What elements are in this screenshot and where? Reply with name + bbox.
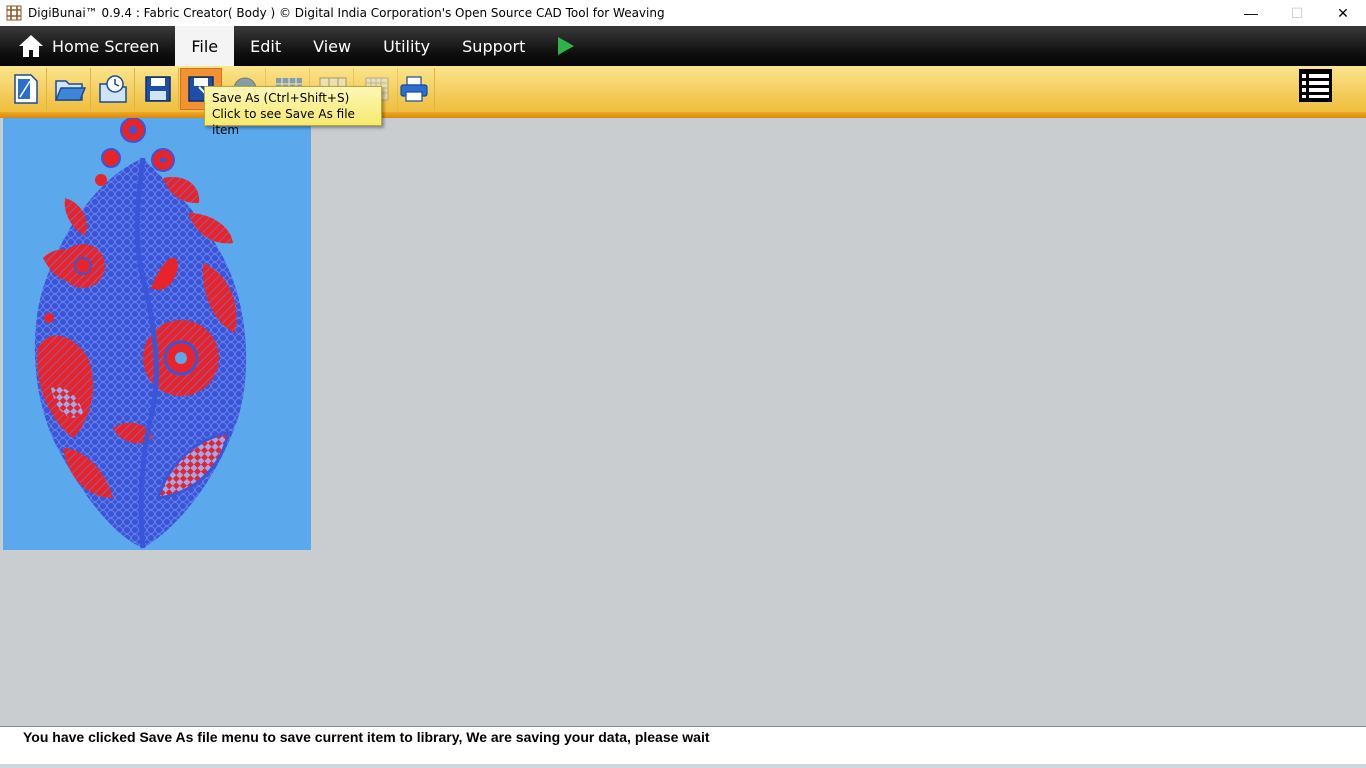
home-icon (19, 35, 43, 57)
bottom-strip (0, 764, 1366, 768)
folder-open-icon (54, 80, 86, 101)
play-icon[interactable] (557, 36, 575, 56)
title-bar: DigiBunai™ 0.9.4 : Fabric Creator( Body … (0, 0, 1366, 26)
window-controls: — ☐ ✕ (1228, 0, 1366, 26)
menu-edit[interactable]: Edit (234, 26, 297, 66)
paisley-floral-motif (34, 118, 247, 549)
save-as-tooltip: Save As (Ctrl+Shift+S) Click to see Save… (204, 86, 382, 137)
workspace (0, 118, 1366, 726)
tooltip-description: Click to see Save As file item (212, 107, 355, 137)
close-button[interactable]: ✕ (1320, 0, 1366, 26)
open-file-button[interactable] (49, 68, 91, 110)
recent-folder-icon (98, 75, 127, 103)
new-file-icon (13, 74, 38, 104)
printer-icon (399, 76, 428, 102)
window-title: DigiBunai™ 0.9.4 : Fabric Creator( Body … (28, 6, 665, 20)
tooltip-title: Save As (Ctrl+Shift+S) (212, 91, 350, 105)
menu-view[interactable]: View (297, 26, 367, 66)
save-icon (144, 76, 171, 102)
menu-bar: Home Screen File Edit View Utility Suppo… (0, 26, 1366, 66)
options-list-button[interactable] (1299, 69, 1332, 102)
menu-support[interactable]: Support (446, 26, 541, 66)
status-message: You have clicked Save As file menu to sa… (23, 729, 710, 745)
menu-utility[interactable]: Utility (367, 26, 446, 66)
status-bar: You have clicked Save As file menu to sa… (0, 726, 1366, 768)
print-button[interactable] (393, 68, 435, 110)
app-logo-icon (6, 5, 22, 21)
menu-home-screen[interactable]: Home Screen (0, 26, 175, 66)
save-button[interactable] (137, 68, 179, 110)
minimize-button[interactable]: — (1228, 0, 1274, 26)
fabric-design-canvas[interactable] (3, 118, 311, 550)
list-icon (1302, 74, 1329, 98)
new-file-button[interactable] (5, 68, 47, 110)
open-recent-button[interactable] (93, 68, 135, 110)
menu-home-label: Home Screen (52, 36, 160, 56)
menu-file[interactable]: File (175, 26, 235, 66)
maximize-button[interactable]: ☐ (1274, 0, 1320, 26)
